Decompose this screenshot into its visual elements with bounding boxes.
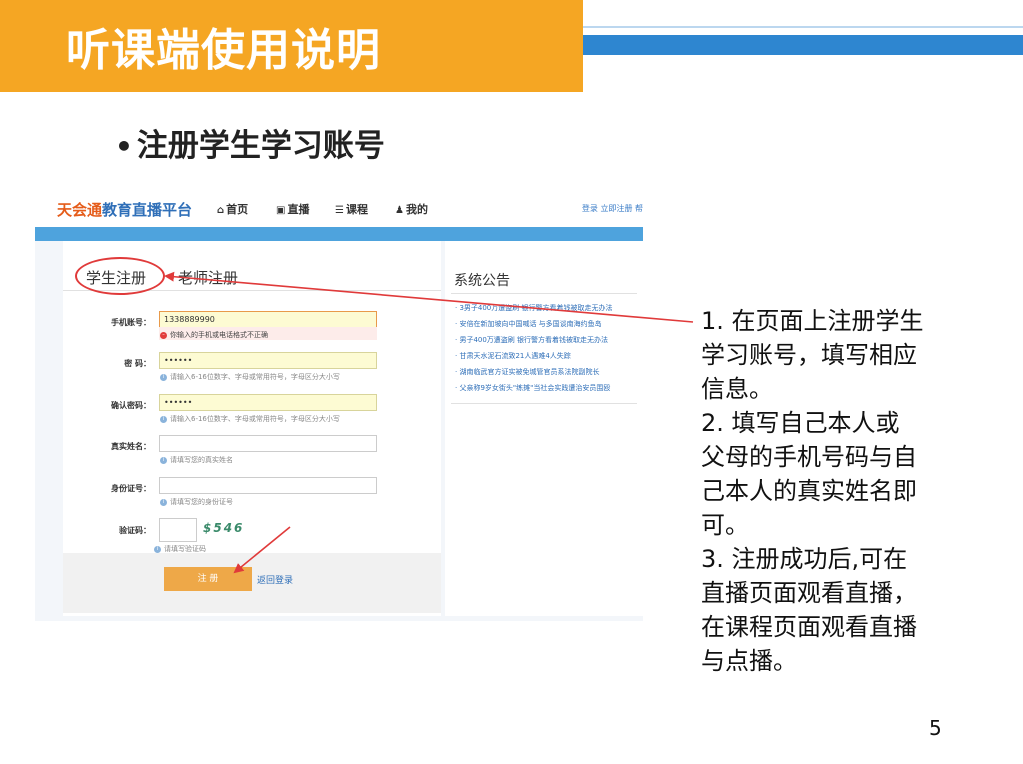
annotation-line: 3. 注册成功后,可在 [701, 545, 908, 573]
annotation-line: 与点播。 [701, 647, 797, 675]
annotation-line: 学习账号，填写相应 [701, 341, 917, 369]
arrow-to-student-tab [164, 271, 694, 323]
annotation-line: 2. 填写自己本人或 [701, 409, 900, 437]
arrow-to-submit-button [233, 526, 291, 574]
annotation-line: 可。 [701, 511, 749, 539]
annotation-line: 在课程页面观看直播 [701, 613, 917, 641]
annotation-line: 父母的手机号码与自 [701, 443, 917, 471]
annotation-line: 1. 在页面上注册学生 [701, 307, 924, 335]
annotation-line: 信息。 [701, 375, 773, 403]
page-number: 5 [929, 716, 942, 740]
annotation-line: 己本人的真实姓名即 [701, 477, 917, 505]
annotation-line: 直播页面观看直播， [701, 579, 917, 607]
